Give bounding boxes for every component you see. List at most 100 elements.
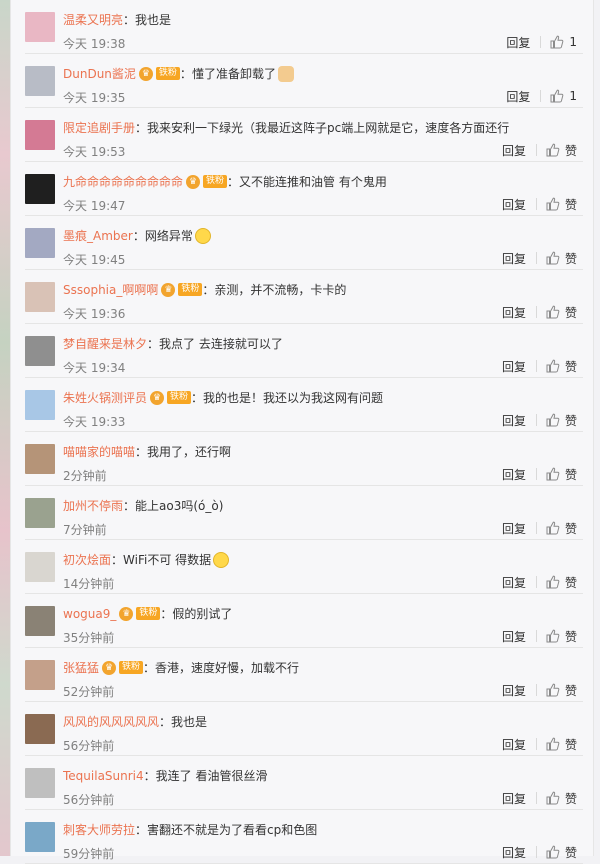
- reply-button[interactable]: 回复: [502, 574, 526, 591]
- like-count[interactable]: 赞: [565, 196, 577, 213]
- like-count[interactable]: 赞: [565, 142, 577, 159]
- comment-username[interactable]: 刺客大师劳拉: [63, 823, 135, 837]
- comment-username[interactable]: TequilaSunri4: [63, 769, 144, 783]
- action-divider: [535, 576, 537, 588]
- avatar[interactable]: [25, 282, 55, 312]
- thumbs-up-icon[interactable]: [546, 629, 560, 643]
- reply-button[interactable]: 回复: [502, 736, 526, 753]
- comment-item: 喵喵家的喵喵：我用了，还行啊 2分钟前 回复 赞: [25, 432, 583, 486]
- comment-colon: ：: [135, 823, 148, 837]
- comment-username[interactable]: 梦自醒来是林夕: [63, 337, 147, 351]
- avatar[interactable]: [25, 552, 55, 582]
- reply-button[interactable]: 回复: [502, 790, 526, 807]
- avatar[interactable]: [25, 660, 55, 690]
- comment-time: 今天 19:34: [63, 361, 126, 375]
- like-count[interactable]: 赞: [565, 790, 577, 807]
- comment-item: 初次烩面：WiFi不可 得数据 14分钟前 回复 赞: [25, 540, 583, 594]
- thumbs-up-icon[interactable]: [546, 197, 560, 211]
- avatar[interactable]: [25, 228, 55, 258]
- avatar[interactable]: [25, 606, 55, 636]
- reply-button[interactable]: 回复: [502, 304, 526, 321]
- thumbs-up-icon[interactable]: [546, 143, 560, 157]
- reply-button[interactable]: 回复: [502, 142, 526, 159]
- thumbs-up-icon[interactable]: [546, 359, 560, 373]
- avatar[interactable]: [25, 714, 55, 744]
- reply-button[interactable]: 回复: [506, 34, 530, 51]
- action-divider: [535, 792, 537, 804]
- comment-item: 九命命命命命命命命命 ♛ 铁粉 ：又不能连推和油管 有个鬼用 今天 19:47 回复 …: [25, 162, 583, 216]
- thumbs-up-icon[interactable]: [546, 413, 560, 427]
- reply-button[interactable]: 回复: [502, 628, 526, 645]
- reply-button[interactable]: 回复: [506, 88, 530, 105]
- reply-button[interactable]: 回复: [502, 682, 526, 699]
- avatar[interactable]: [25, 498, 55, 528]
- comment-username[interactable]: 风风的风风风风风: [63, 715, 159, 729]
- comment-username[interactable]: 限定追剧手册: [63, 121, 135, 135]
- action-divider: [535, 360, 537, 372]
- like-count[interactable]: 赞: [565, 412, 577, 429]
- comment-item: 梦自醒来是林夕：我点了 去连接就可以了 今天 19:34 回复 赞: [25, 324, 583, 378]
- thumbs-up-icon[interactable]: [546, 467, 560, 481]
- thumbs-up-icon[interactable]: [546, 737, 560, 751]
- reply-button[interactable]: 回复: [502, 844, 526, 861]
- thumbs-up-icon[interactable]: [546, 521, 560, 535]
- action-divider: [535, 252, 537, 264]
- like-count[interactable]: 赞: [565, 574, 577, 591]
- like-count[interactable]: 赞: [565, 358, 577, 375]
- comment-username[interactable]: 九命命命命命命命命命: [63, 175, 183, 189]
- like-count[interactable]: 赞: [565, 520, 577, 537]
- comment-item: 墨痕_Amber：网络异常 今天 19:45 回复 赞: [25, 216, 583, 270]
- avatar[interactable]: [25, 336, 55, 366]
- comment-username[interactable]: 喵喵家的喵喵: [63, 445, 135, 459]
- like-count[interactable]: 赞: [565, 304, 577, 321]
- laughing-emoji-icon: [194, 227, 211, 244]
- reply-button[interactable]: 回复: [502, 466, 526, 483]
- comment-username[interactable]: DunDun酱泥: [63, 67, 136, 81]
- thumbs-up-icon[interactable]: [546, 791, 560, 805]
- reply-button[interactable]: 回复: [502, 196, 526, 213]
- thumbs-up-icon[interactable]: [546, 305, 560, 319]
- avatar[interactable]: [25, 768, 55, 798]
- comment-time: 56分钟前: [63, 739, 115, 753]
- thumbs-up-icon[interactable]: [546, 683, 560, 697]
- thumbs-up-icon[interactable]: [546, 251, 560, 265]
- action-divider: [535, 738, 537, 750]
- avatar[interactable]: [25, 120, 55, 150]
- comment-username[interactable]: 温柔又明亮: [63, 13, 123, 27]
- like-count[interactable]: 赞: [565, 736, 577, 753]
- comment-username[interactable]: Sssophia_啊啊啊: [63, 283, 158, 297]
- avatar[interactable]: [25, 174, 55, 204]
- like-count[interactable]: 赞: [565, 844, 577, 861]
- avatar[interactable]: [25, 66, 55, 96]
- avatar[interactable]: [25, 444, 55, 474]
- comment-username[interactable]: 张猛猛: [63, 661, 99, 675]
- reply-button[interactable]: 回复: [502, 520, 526, 537]
- thumbs-up-icon[interactable]: [550, 35, 564, 49]
- comment-username[interactable]: 朱姓火锅测评员: [63, 391, 147, 405]
- like-count[interactable]: 赞: [565, 250, 577, 267]
- like-count[interactable]: 赞: [565, 682, 577, 699]
- comment-username[interactable]: 墨痕_Amber: [63, 229, 133, 243]
- fan-crown-icon: ♛: [150, 390, 165, 405]
- comment-colon: ：: [202, 283, 215, 297]
- comment-time: 7分钟前: [63, 523, 107, 537]
- reply-button[interactable]: 回复: [502, 358, 526, 375]
- like-count[interactable]: 1: [569, 89, 577, 103]
- comment-username[interactable]: 初次烩面: [63, 553, 111, 567]
- avatar[interactable]: [25, 390, 55, 420]
- reply-button[interactable]: 回复: [502, 250, 526, 267]
- comment-username[interactable]: wogua9_: [63, 607, 116, 621]
- thumbs-up-icon[interactable]: [546, 575, 560, 589]
- comment-item: 风风的风风风风风：我也是 56分钟前 回复 赞: [25, 702, 583, 756]
- thumbs-up-icon[interactable]: [550, 89, 564, 103]
- reply-button[interactable]: 回复: [502, 412, 526, 429]
- like-count[interactable]: 赞: [565, 628, 577, 645]
- comment-username[interactable]: 加州不停雨: [63, 499, 123, 513]
- comment-item: wogua9_ ♛ 铁粉 ：假的别试了 35分钟前 回复 赞: [25, 594, 583, 648]
- thumbs-up-icon[interactable]: [546, 845, 560, 859]
- like-count[interactable]: 赞: [565, 466, 577, 483]
- avatar[interactable]: [25, 12, 55, 42]
- like-count[interactable]: 1: [569, 35, 577, 49]
- fan-badge: 铁粉: [155, 67, 180, 80]
- avatar[interactable]: [25, 822, 55, 852]
